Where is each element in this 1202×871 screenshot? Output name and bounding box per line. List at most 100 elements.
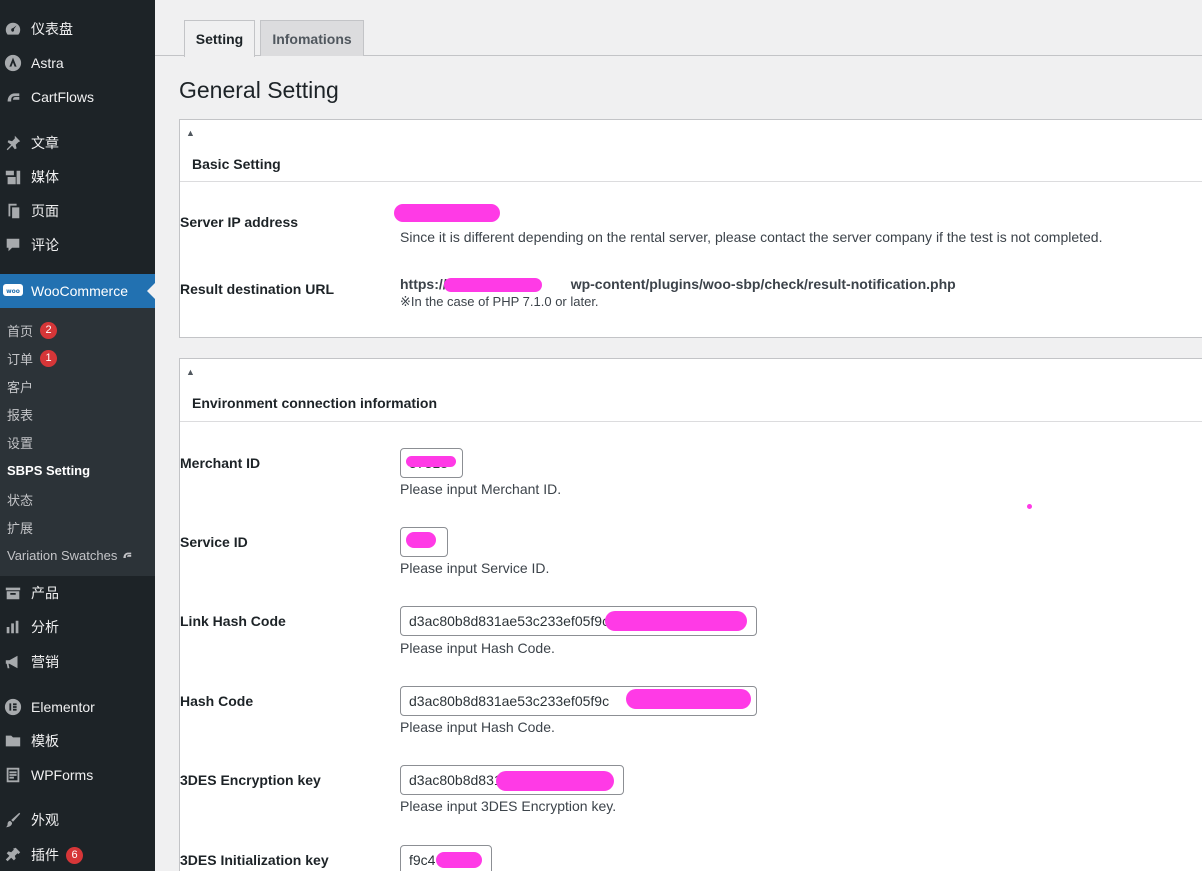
submenu-extensions[interactable]: 扩展 [7, 517, 33, 537]
menu-label: 仪表盘 [31, 21, 73, 37]
menu-products[interactable]: 产品 [0, 576, 155, 610]
menu-label: 评论 [31, 237, 59, 253]
menu-label: 产品 [31, 585, 59, 601]
menu-label: 外观 [31, 812, 59, 828]
submenu-status[interactable]: 状态 [7, 489, 33, 509]
megaphone-icon [3, 652, 23, 672]
redaction-mark [626, 689, 751, 709]
woocommerce-submenu: 首页 2 订单 1 客户 报表 设置 SBPS Setting 状态 扩展 Vari… [0, 308, 155, 576]
submenu-label: 客户 [7, 379, 34, 395]
pin-icon [3, 133, 23, 153]
menu-templates[interactable]: 模板 [0, 724, 155, 758]
submenu-customers[interactable]: 客户 [7, 376, 33, 396]
menu-cartflows[interactable]: CartFlows [0, 80, 155, 114]
elementor-icon [3, 697, 23, 717]
submenu-label: 报表 [7, 407, 34, 423]
field-label: Link Hash Code [180, 613, 286, 629]
archive-icon [3, 583, 23, 603]
field-description: Since it is different depending on the r… [400, 229, 1103, 245]
menu-label: CartFlows [31, 89, 95, 105]
page-icon [3, 201, 23, 221]
svg-text:woo: woo [6, 288, 20, 295]
submenu-settings[interactable]: 设置 [7, 432, 33, 452]
menu-comments[interactable]: 评论 [0, 228, 155, 262]
panel-title: Basic Setting [192, 156, 281, 172]
field-description: Please input 3DES Encryption key. [400, 798, 617, 814]
menu-marketing[interactable]: 营销 [0, 645, 155, 679]
panel-divider [180, 421, 1202, 422]
menu-label: 营销 [31, 654, 59, 670]
menu-label: Elementor [31, 699, 95, 715]
field-label: Result destination URL [180, 281, 335, 297]
menu-dashboard[interactable]: 仪表盘 [0, 12, 155, 46]
submenu-home[interactable]: 首页 2 [7, 320, 58, 340]
redaction-mark [444, 278, 542, 292]
count-badge: 6 [66, 846, 83, 864]
field-label: Service ID [180, 534, 248, 550]
submenu-reports[interactable]: 报表 [7, 404, 33, 424]
menu-wpforms[interactable]: WPForms [0, 758, 155, 792]
submenu-variation-swatches[interactable]: Variation Swatches [7, 545, 133, 565]
media-icon [3, 167, 23, 187]
panel-title: Environment connection information [192, 395, 438, 411]
page-title: General Setting [179, 77, 339, 103]
brush-icon [3, 810, 23, 830]
tab-infomations[interactable]: Infomations [260, 20, 364, 56]
menu-label: 页面 [31, 203, 59, 219]
field-label: Merchant ID [180, 455, 261, 471]
count-badge: 2 [40, 321, 58, 339]
menu-appearance[interactable]: 外观 [0, 803, 155, 837]
submenu-sbps-setting[interactable]: SBPS Setting [7, 460, 90, 480]
woo-icon: woo [3, 281, 23, 301]
menu-label: 文章 [31, 135, 59, 151]
field-description: Please input Hash Code. [400, 640, 555, 656]
submenu-label: 设置 [7, 435, 34, 451]
menu-pages[interactable]: 页面 [0, 194, 155, 228]
menu-label: 媒体 [31, 169, 59, 185]
admin-sidebar: 仪表盘 Astra CartFlows 文章 媒体 页面 评论 woo WooC… [0, 0, 155, 871]
field-label: 3DES Encryption key [180, 772, 321, 788]
field-description: Please input Merchant ID. [400, 481, 562, 497]
collapse-toggle-icon[interactable]: ▲ [186, 128, 195, 138]
dashboard-icon [3, 19, 23, 39]
menu-label: 分析 [31, 619, 59, 635]
stray-mark [1027, 504, 1032, 509]
redaction-mark [394, 204, 500, 222]
tab-bar: Setting Infomations [155, 0, 1202, 57]
field-label: Hash Code [180, 693, 254, 709]
field-label: Server IP address [180, 214, 299, 230]
main-content: Setting Infomations General Setting ▲ Ba… [155, 0, 1202, 871]
menu-label: 插件 [31, 847, 59, 863]
field-description: Please input Hash Code. [400, 719, 555, 735]
field-label: 3DES Initialization key [180, 852, 329, 868]
menu-label: 模板 [31, 733, 59, 749]
redaction-mark [436, 852, 482, 868]
menu-label: WooCommerce [31, 283, 128, 299]
menu-woocommerce[interactable]: woo WooCommerce [0, 274, 155, 308]
redaction-mark [496, 771, 614, 791]
submenu-label: SBPS Setting [7, 462, 91, 478]
field-note: ※In the case of PHP 7.1.0 or later. [400, 294, 599, 309]
redaction-mark [605, 611, 747, 631]
submenu-label: 状态 [7, 492, 34, 508]
menu-astra[interactable]: Astra [0, 46, 155, 80]
menu-plugins[interactable]: 插件 6 [0, 838, 155, 871]
folder-icon [3, 731, 23, 751]
menu-label: Astra [31, 55, 64, 71]
menu-analytics[interactable]: 分析 [0, 610, 155, 644]
menu-label: WPForms [31, 767, 94, 783]
submenu-orders[interactable]: 订单 1 [7, 348, 58, 368]
wpforms-icon [3, 765, 23, 785]
panel-divider [180, 181, 1202, 182]
menu-posts[interactable]: 文章 [0, 126, 155, 160]
menu-elementor[interactable]: Elementor [0, 690, 155, 724]
submenu-label: 扩展 [7, 520, 34, 536]
astra-icon [3, 53, 23, 73]
collapse-toggle-icon[interactable]: ▲ [186, 367, 195, 377]
submenu-label: Variation Swatches [7, 547, 118, 563]
tab-setting[interactable]: Setting [184, 20, 255, 57]
redaction-mark [406, 456, 456, 467]
field-description: Please input Service ID. [400, 560, 550, 576]
menu-media[interactable]: 媒体 [0, 160, 155, 194]
submenu-label: 首页 [7, 323, 34, 339]
